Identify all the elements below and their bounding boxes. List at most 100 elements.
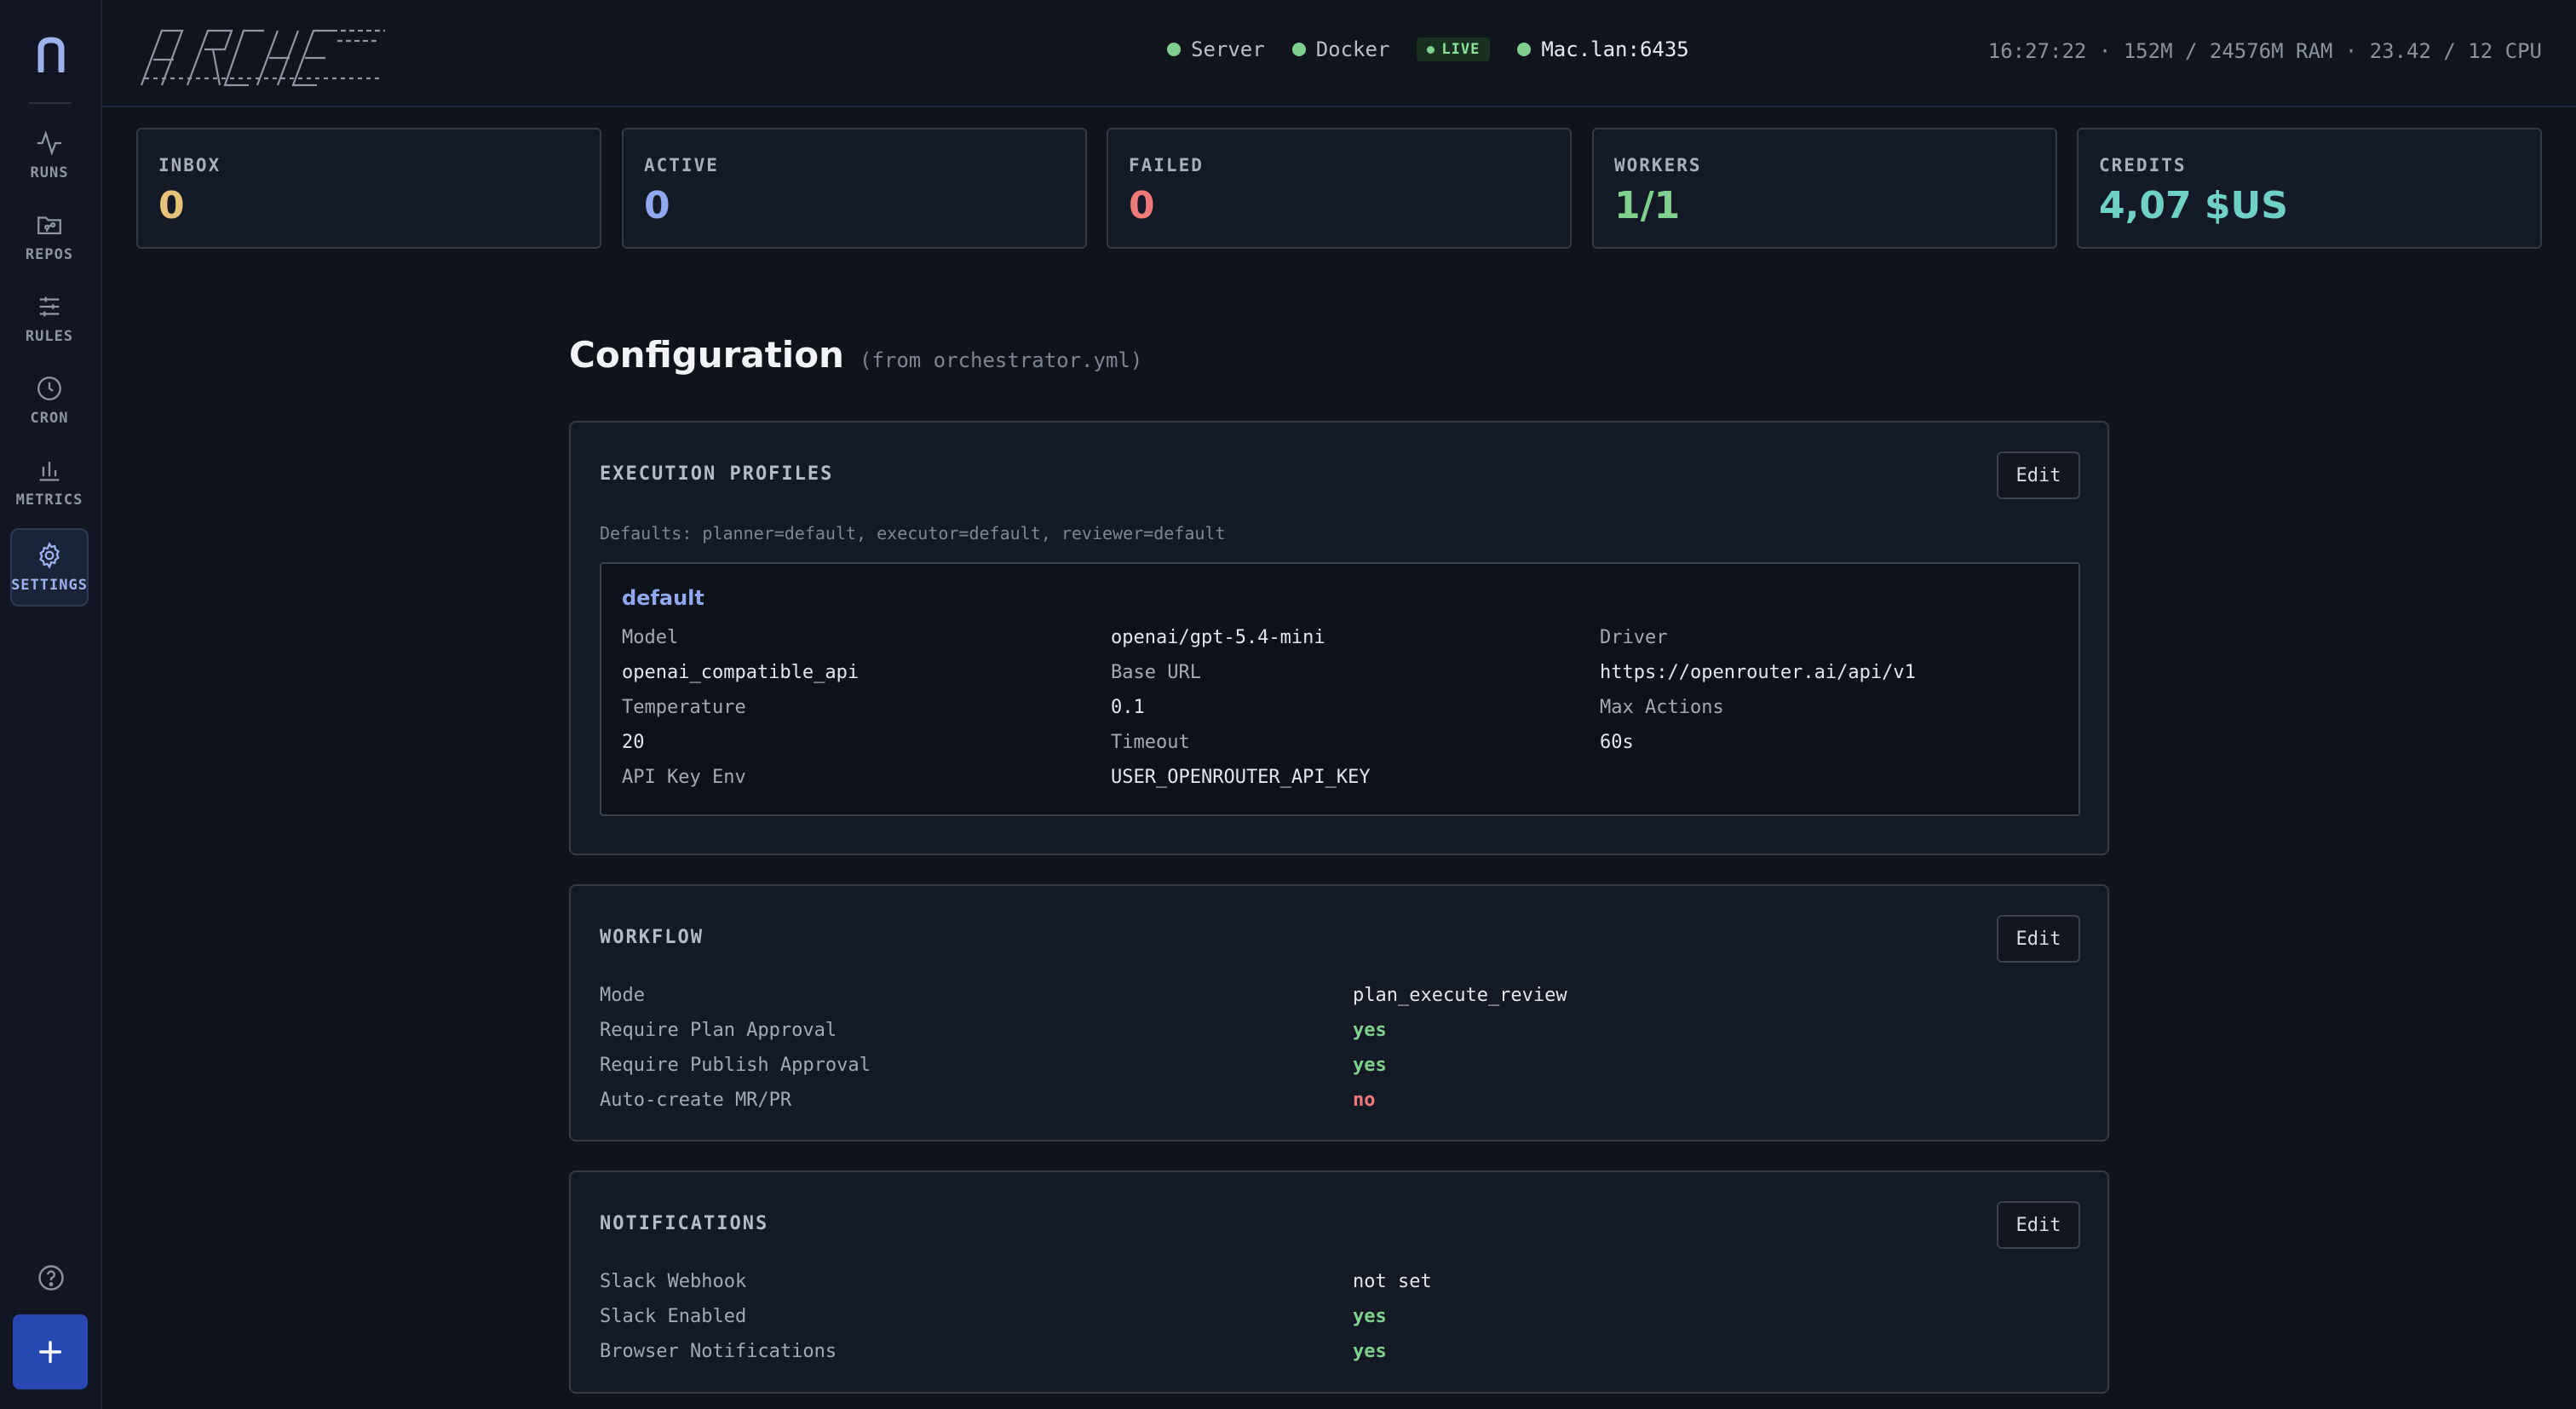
sidebar-item-label: CRON xyxy=(30,410,69,427)
profile-name: default xyxy=(622,586,704,610)
sidebar-item-runs[interactable]: RUNS xyxy=(10,116,89,194)
sidebar-item-cron[interactable]: CRON xyxy=(10,361,89,440)
stat-card-active[interactable]: ACTIVE 0 xyxy=(622,128,1087,249)
notification-key: Slack Enabled xyxy=(600,1306,747,1327)
profile-cell: 0.1 xyxy=(1111,697,1145,718)
logo-icon xyxy=(37,37,65,72)
stat-card-inbox[interactable]: INBOX 0 xyxy=(136,128,601,249)
sidebar-item-settings[interactable]: SETTINGS xyxy=(10,528,89,607)
profile-cell: openai/gpt-5.4-mini xyxy=(1111,627,1325,648)
stat-label: ACTIVE xyxy=(644,155,719,175)
plus-icon xyxy=(38,1340,62,1364)
sidebar-item-metrics[interactable]: METRICS xyxy=(10,443,89,521)
notification-value: yes xyxy=(1353,1341,1387,1362)
profile-cell: https://openrouter.ai/api/v1 xyxy=(1600,662,1916,683)
sidebar-item-repos[interactable]: REPOS xyxy=(10,198,89,276)
help-circle-icon xyxy=(38,1265,64,1291)
profile-cell: 20 xyxy=(622,732,645,753)
server-status: Server xyxy=(1167,37,1265,61)
sliders-icon xyxy=(39,296,60,317)
page-subtitle: (from orchestrator.yml) xyxy=(859,348,1143,372)
app-logo[interactable] xyxy=(0,31,102,78)
status-indicators: Server Docker LIVE Mac.lan:6435 xyxy=(1167,37,1689,61)
server-label: Server xyxy=(1191,37,1265,61)
ascii-logo-icon xyxy=(140,29,385,87)
stat-label: CREDITS xyxy=(2099,155,2187,175)
profile-cell: Base URL xyxy=(1111,662,1201,683)
stat-value: 4,07 $US xyxy=(2099,184,2288,227)
stat-label: INBOX xyxy=(158,155,221,175)
profile-cell: Temperature xyxy=(622,697,746,718)
sidebar-item-label: REPOS xyxy=(25,246,74,263)
stat-value: 0 xyxy=(1129,184,1155,227)
profile-cell: Driver xyxy=(1600,627,1668,648)
top-bar: Server Docker LIVE Mac.lan:6435 16:27:22… xyxy=(102,0,2576,107)
system-info: 16:27:22 · 152M / 24576M RAM · 23.42 / 1… xyxy=(1987,39,2542,63)
sidebar-item-rules[interactable]: RULES xyxy=(10,279,89,358)
edit-notifications-button[interactable]: Edit xyxy=(1997,1201,2080,1249)
workflow-value: no xyxy=(1353,1090,1376,1111)
profile-cell: Max Actions xyxy=(1600,697,1724,718)
panel-title: EXECUTION PROFILES xyxy=(600,463,834,485)
execution-profiles-panel: EXECUTION PROFILES Edit Defaults: planne… xyxy=(569,421,2109,855)
stat-label: FAILED xyxy=(1129,155,1204,175)
help-button[interactable] xyxy=(36,1262,66,1293)
folder-git-icon xyxy=(37,216,61,235)
panel-title: NOTIFICATIONS xyxy=(600,1213,769,1234)
workflow-key: Require Publish Approval xyxy=(600,1055,871,1076)
status-dot xyxy=(1517,43,1532,56)
workflow-key: Mode xyxy=(600,985,645,1006)
status-dot xyxy=(1291,43,1306,56)
panel-title: WORKFLOW xyxy=(600,927,704,948)
clock-icon xyxy=(37,377,61,400)
page-title: Configuration (from orchestrator.yml) xyxy=(569,334,1142,376)
brand-logo xyxy=(136,26,392,89)
stat-value: 1/1 xyxy=(1614,184,1681,227)
stat-value: 0 xyxy=(644,184,670,227)
gear-icon xyxy=(39,542,60,569)
notification-value: not set xyxy=(1353,1271,1432,1292)
workflow-value: plan_execute_review xyxy=(1353,985,1567,1006)
stat-card-workers[interactable]: WORKERS 1/1 xyxy=(1592,128,2057,249)
profile-cell: 60s xyxy=(1600,732,1634,753)
notification-key: Browser Notifications xyxy=(600,1341,837,1362)
profile-cell: USER_OPENROUTER_API_KEY xyxy=(1111,767,1371,788)
docker-status: Docker xyxy=(1291,37,1390,61)
defaults-text: Defaults: planner=default, executor=defa… xyxy=(600,523,1226,543)
bar-chart-icon xyxy=(39,462,60,481)
docker-label: Docker xyxy=(1315,37,1390,61)
status-dot xyxy=(1167,43,1181,56)
notification-key: Slack Webhook xyxy=(600,1271,747,1292)
stat-value: 0 xyxy=(158,184,185,227)
profile-card-default: default Model openai/gpt-5.4-mini Driver… xyxy=(600,562,2080,816)
notifications-panel: NOTIFICATIONS Edit Slack Webhook not set… xyxy=(569,1170,2109,1394)
workflow-key: Require Plan Approval xyxy=(600,1020,837,1041)
stat-card-credits[interactable]: CREDITS 4,07 $US xyxy=(2077,128,2542,249)
workflow-value: yes xyxy=(1353,1020,1387,1041)
notification-value: yes xyxy=(1353,1306,1387,1327)
sidebar-item-label: SETTINGS xyxy=(11,577,88,594)
sidebar-divider xyxy=(29,102,72,104)
sidebar-item-label: RULES xyxy=(25,328,74,345)
sidebar-item-label: RUNS xyxy=(30,164,69,181)
edit-execution-profiles-button[interactable]: Edit xyxy=(1997,451,2080,499)
profile-cell: API Key Env xyxy=(622,767,746,788)
profile-cell: Timeout xyxy=(1111,732,1190,753)
edit-workflow-button[interactable]: Edit xyxy=(1997,915,2080,963)
activity-icon xyxy=(37,130,62,156)
workflow-panel: WORKFLOW Edit Mode plan_execute_review R… xyxy=(569,884,2109,1142)
add-button[interactable] xyxy=(13,1314,88,1389)
host-status: Mac.lan:6435 xyxy=(1517,37,1689,61)
live-dot xyxy=(1427,45,1435,54)
profile-cell: Model xyxy=(622,627,679,648)
live-badge: LIVE xyxy=(1417,37,1491,61)
stat-label: WORKERS xyxy=(1614,155,1702,175)
stat-card-failed[interactable]: FAILED 0 xyxy=(1107,128,1572,249)
live-label: LIVE xyxy=(1441,41,1481,58)
sidebar-item-label: METRICS xyxy=(15,492,83,509)
page-heading: Configuration xyxy=(569,334,844,376)
workflow-key: Auto-create MR/PR xyxy=(600,1090,792,1111)
host-label: Mac.lan:6435 xyxy=(1541,37,1689,61)
profile-cell: openai_compatible_api xyxy=(622,662,860,683)
sidebar: RUNS REPOS RULES CRON METRICS SETTINGS xyxy=(0,0,102,1409)
